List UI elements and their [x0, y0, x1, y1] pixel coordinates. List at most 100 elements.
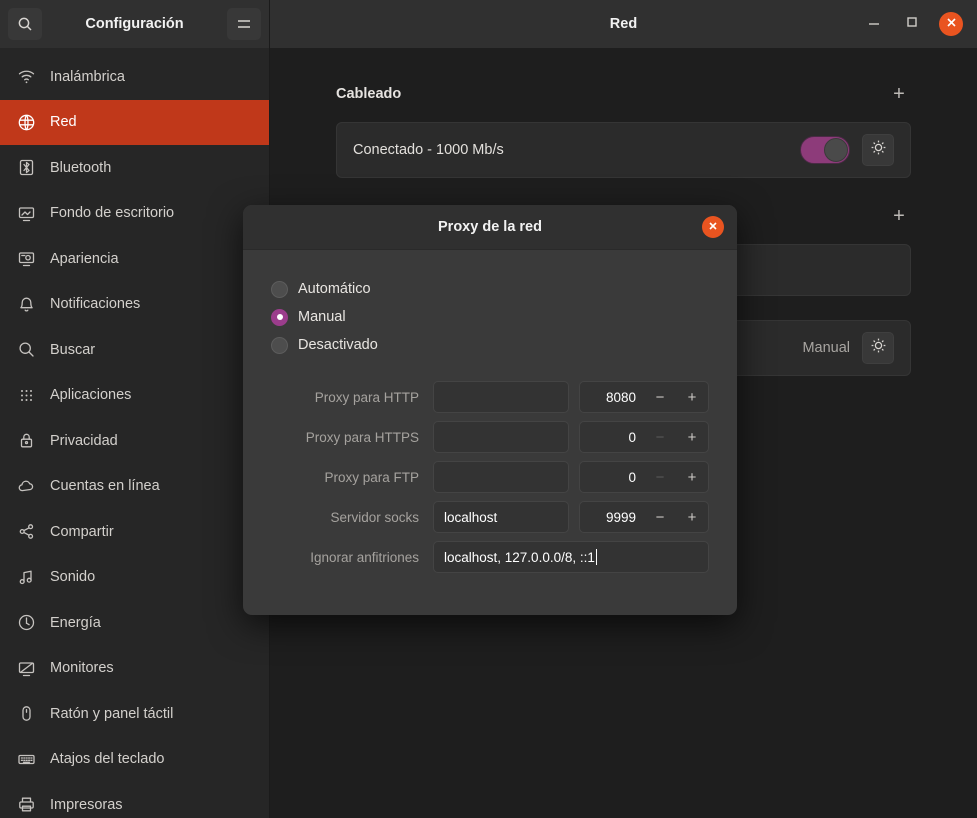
keyboard-icon — [16, 749, 36, 769]
port-decrement-button[interactable]: − — [644, 382, 676, 412]
sidebar-item-atajos-del-teclado[interactable]: Atajos del teclado — [0, 737, 269, 783]
minimize-button[interactable] — [863, 13, 885, 35]
host-input-proxy-para-http[interactable] — [433, 381, 569, 413]
sidebar-item-fondo-de-escritorio[interactable]: Fondo de escritorio — [0, 191, 269, 237]
proxy-row-controls: Manual — [802, 332, 894, 364]
bell-icon — [16, 294, 36, 314]
host-input-servidor-socks[interactable]: localhost — [433, 501, 569, 533]
search-icon — [16, 340, 36, 360]
sidebar-item-sonido[interactable]: Sonido — [0, 555, 269, 601]
ignore-hosts-input[interactable]: localhost, 127.0.0.0/8, ::1 — [433, 541, 709, 573]
sidebar-item-impresoras[interactable]: Impresoras — [0, 782, 269, 818]
add-vpn-button[interactable]: + — [887, 204, 911, 228]
main-menu-button[interactable] — [227, 8, 261, 40]
sidebar-item-label: Aplicaciones — [50, 387, 132, 404]
add-wired-button[interactable]: + — [887, 82, 911, 106]
port-value[interactable]: 8080 — [580, 390, 644, 405]
port-increment-button[interactable]: + — [676, 502, 708, 532]
field-row-ignore-hosts: Ignorar anfitriones localhost, 127.0.0.0/… — [271, 541, 709, 573]
appearance-icon — [16, 249, 36, 269]
proxy-value: Manual — [802, 340, 850, 356]
radio-indicator[interactable] — [271, 308, 288, 326]
sidebar-item-apariencia[interactable]: Apariencia — [0, 236, 269, 282]
search-button[interactable] — [8, 8, 42, 40]
bluetooth-icon — [16, 158, 36, 178]
host-input-proxy-para-https[interactable] — [433, 421, 569, 453]
port-decrement-button[interactable]: − — [644, 502, 676, 532]
radio-indicator[interactable] — [271, 280, 288, 298]
sidebar-item-inal-mbrica[interactable]: Inalámbrica — [0, 54, 269, 100]
radio-label: Automático — [298, 281, 371, 297]
dialog-titlebar: Proxy de la red — [243, 205, 737, 250]
port-decrement-button: − — [655, 468, 665, 486]
wired-settings-button[interactable] — [862, 134, 894, 166]
text-cursor — [595, 549, 597, 565]
wallpaper-icon — [16, 203, 36, 223]
dialog-body: Automático Manual Desactivado Proxy para H… — [243, 250, 737, 615]
proxy-fields-form: Proxy para HTTP 8080− + Proxy para HTTPS 0− +… — [271, 381, 709, 573]
cloud-icon — [16, 476, 36, 496]
sidebar-item-compartir[interactable]: Compartir — [0, 509, 269, 555]
sidebar-item-energ-a[interactable]: Energía — [0, 600, 269, 646]
radio-label: Manual — [298, 309, 346, 325]
sidebar-item-notificaciones[interactable]: Notificaciones — [0, 282, 269, 328]
wired-connection-row[interactable]: Conectado - 1000 Mb/s — [337, 123, 910, 177]
radio-manual[interactable]: Manual — [271, 303, 709, 331]
sidebar-item-label: Red — [50, 114, 77, 131]
port-increment-button[interactable]: + — [676, 462, 708, 492]
port-increment-button[interactable]: + — [676, 382, 708, 412]
sidebar-item-label: Privacidad — [50, 432, 118, 449]
field-row-proxy-para-ftp: Proxy para FTP 0− + — [271, 461, 709, 493]
dialog-close-button[interactable] — [702, 216, 724, 238]
sidebar-item-aplicaciones[interactable]: Aplicaciones — [0, 373, 269, 419]
sidebar-item-privacidad[interactable]: Privacidad — [0, 418, 269, 464]
maximize-button[interactable] — [901, 13, 923, 35]
port-value[interactable]: 0 — [580, 430, 644, 445]
sidebar-item-buscar[interactable]: Buscar — [0, 327, 269, 373]
port-spinner-proxy-para-http[interactable]: 8080− + — [579, 381, 709, 413]
gear-icon — [870, 337, 887, 359]
sidebar-item-bluetooth[interactable]: Bluetooth — [0, 145, 269, 191]
port-increment-button[interactable]: + — [676, 422, 708, 452]
port-spinner-servidor-socks[interactable]: 9999− + — [579, 501, 709, 533]
wifi-icon — [16, 67, 36, 87]
printer-icon — [16, 795, 36, 815]
music-note-icon — [16, 567, 36, 587]
sidebar: Configuración Inalámbrica Red Bluetooth Fon… — [0, 0, 270, 818]
wired-toggle[interactable] — [800, 136, 850, 164]
port-decrement-button: − — [655, 428, 665, 446]
port-spinner-proxy-para-https[interactable]: 0− + — [579, 421, 709, 453]
sidebar-item-label: Monitores — [50, 660, 114, 677]
sidebar-item-red[interactable]: Red — [0, 99, 269, 145]
port-value[interactable]: 9999 — [580, 510, 644, 525]
wired-status-label: Conectado - 1000 Mb/s — [353, 142, 504, 158]
field-label: Proxy para FTP — [324, 469, 419, 485]
sidebar-item-cuentas-en-l-nea[interactable]: Cuentas en línea — [0, 464, 269, 510]
proxy-settings-button[interactable] — [862, 332, 894, 364]
maximize-icon — [905, 15, 919, 34]
sidebar-item-label: Compartir — [50, 523, 114, 540]
proxy-method-radio-group: Automático Manual Desactivado — [271, 275, 709, 359]
close-button[interactable] — [939, 12, 963, 36]
radio-indicator[interactable] — [271, 336, 288, 354]
sidebar-item-rat-n-y-panel-t-ctil[interactable]: Ratón y panel táctil — [0, 691, 269, 737]
sidebar-item-label: Energía — [50, 614, 101, 631]
sidebar-item-label: Buscar — [50, 341, 96, 358]
radio-autom-tico[interactable]: Automático — [271, 275, 709, 303]
sidebar-item-monitores[interactable]: Monitores — [0, 646, 269, 692]
sidebar-header: Configuración — [0, 0, 269, 48]
network-proxy-dialog: Proxy de la red Automático Manual Desactiv… — [243, 205, 737, 615]
port-spinner-proxy-para-ftp[interactable]: 0− + — [579, 461, 709, 493]
port-value[interactable]: 0 — [580, 470, 644, 485]
display-icon — [16, 658, 36, 678]
gear-icon — [870, 139, 887, 161]
sidebar-item-label: Cuentas en línea — [50, 478, 160, 495]
sidebar-item-label: Apariencia — [50, 250, 119, 267]
power-icon — [16, 613, 36, 633]
radio-desactivado[interactable]: Desactivado — [271, 331, 709, 359]
mouse-icon — [16, 704, 36, 724]
wired-section-header: Cableado + — [336, 80, 911, 108]
host-input-proxy-para-ftp[interactable] — [433, 461, 569, 493]
sidebar-item-label: Atajos del teclado — [50, 751, 165, 768]
sidebar-item-label: Impresoras — [50, 796, 123, 813]
